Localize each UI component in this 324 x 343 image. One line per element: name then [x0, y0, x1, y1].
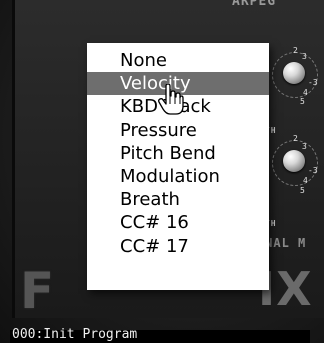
knob-1-scale-mark: 4	[303, 88, 308, 97]
menu-item-none[interactable]: None	[87, 49, 269, 72]
menu-item-cc17[interactable]: CC# 17	[87, 235, 269, 258]
menu-item-label: CC# 16	[120, 212, 189, 234]
menu-item-label: None	[120, 50, 167, 71]
menu-item-cc16[interactable]: CC# 16	[87, 211, 269, 234]
pulse-width-knob-2[interactable]	[283, 150, 305, 172]
knob-1-scale-mark: -3	[308, 78, 318, 87]
menu-item-label: Breath	[120, 189, 180, 211]
menu-item-modulation[interactable]: Modulation	[87, 165, 269, 188]
knob-2-scale-mark: 5	[300, 186, 305, 195]
hand-pointer-icon	[158, 84, 184, 115]
pulse-width-knob-1[interactable]	[283, 62, 305, 84]
menu-item-label: Pressure	[120, 119, 197, 141]
knob-2-scale-mark: 3	[302, 142, 307, 151]
knob-1-scale-mark: 3	[302, 52, 307, 61]
knob-1-scale-mark: 5	[300, 97, 305, 106]
knob-2-scale-mark: 4	[303, 176, 308, 185]
menu-item-pitch-bend[interactable]: Pitch Bend	[87, 142, 269, 165]
modulation-source-menu: None Velocity KBD Track Pressure Pitch B…	[87, 43, 269, 290]
knob-1-scale-mark: 2	[293, 46, 298, 55]
knob-2-scale-mark: 2	[293, 134, 298, 143]
menu-item-label: Pitch Bend	[120, 142, 216, 164]
arpeggiator-section-label: ARPEG	[232, 0, 277, 9]
knob-2-scale-mark: -3	[308, 166, 318, 175]
menu-item-label: CC# 17	[120, 235, 189, 257]
brand-logo: F	[20, 262, 57, 320]
menu-item-pressure[interactable]: Pressure	[87, 119, 269, 142]
menu-item-breath[interactable]: Breath	[87, 188, 269, 211]
program-name-display: 000:Init Program	[12, 327, 138, 342]
menu-item-label: Modulation	[120, 165, 220, 187]
